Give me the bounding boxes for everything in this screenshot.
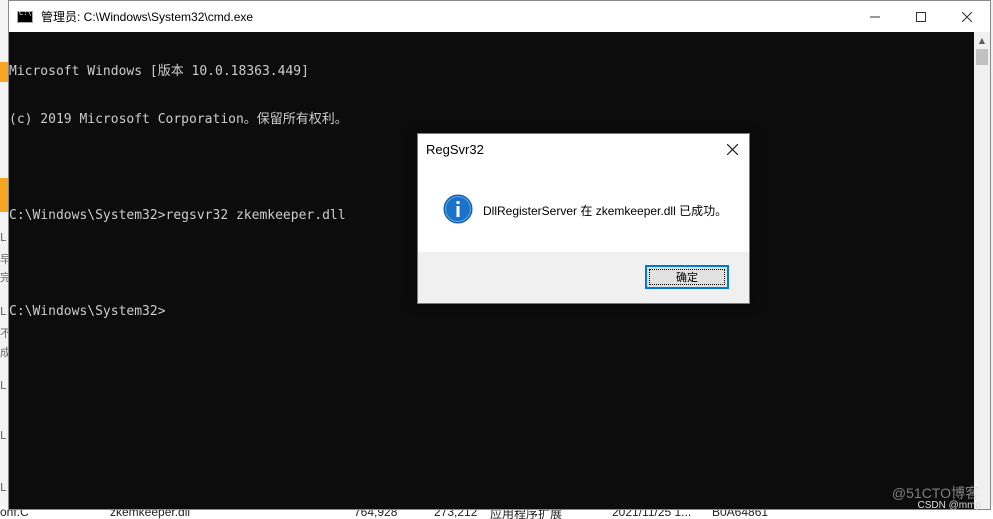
dialog-message: DllRegisterServer 在 zkemkeeper.dll 已成功。 [483,204,728,218]
minimize-button[interactable] [852,1,898,32]
console-line: Microsoft Windows [版本 10.0.18363.449] [9,64,309,79]
vertical-scrollbar[interactable]: ▲ [974,32,990,509]
background-highlight [0,62,8,82]
minimize-icon [870,16,880,17]
background-char: L [0,231,7,244]
watermark-csdn: CSDN @mmp [917,500,982,511]
maximize-button[interactable] [898,1,944,32]
cmd-app-icon[interactable] [17,9,33,23]
scroll-up-icon[interactable]: ▲ [974,32,990,48]
maximize-icon [916,11,926,22]
dialog-body: DllRegisterServer 在 zkemkeeper.dll 已成功。 [418,166,749,252]
background-char: L [0,305,7,318]
dialog-close-button[interactable] [721,138,743,160]
console-line: (c) 2019 Microsoft Corporation。保留所有权利。 [9,112,348,127]
console-prompt[interactable]: C:\Windows\System32> [9,304,974,320]
focus-rect [649,269,725,285]
background-char: L [0,379,7,392]
ok-button[interactable]: 确定 [645,265,729,289]
background-highlight [0,178,8,212]
close-icon [726,143,738,155]
background-char: L [0,429,7,442]
info-icon [443,194,473,224]
dialog-title: RegSvr32 [426,142,484,157]
window-controls [852,1,990,32]
close-icon [962,11,972,22]
background-char: L [0,481,7,494]
scroll-thumb[interactable] [976,49,988,65]
close-button[interactable] [944,1,990,32]
window-title: 管理员: C:\Windows\System32\cmd.exe [41,10,254,24]
dialog-footer: 确定 [418,252,749,303]
regsvr32-dialog[interactable]: RegSvr32 DllRegisterServer 在 zkemkeeper.… [417,133,750,304]
titlebar[interactable]: 管理员: C:\Windows\System32\cmd.exe [9,1,990,32]
